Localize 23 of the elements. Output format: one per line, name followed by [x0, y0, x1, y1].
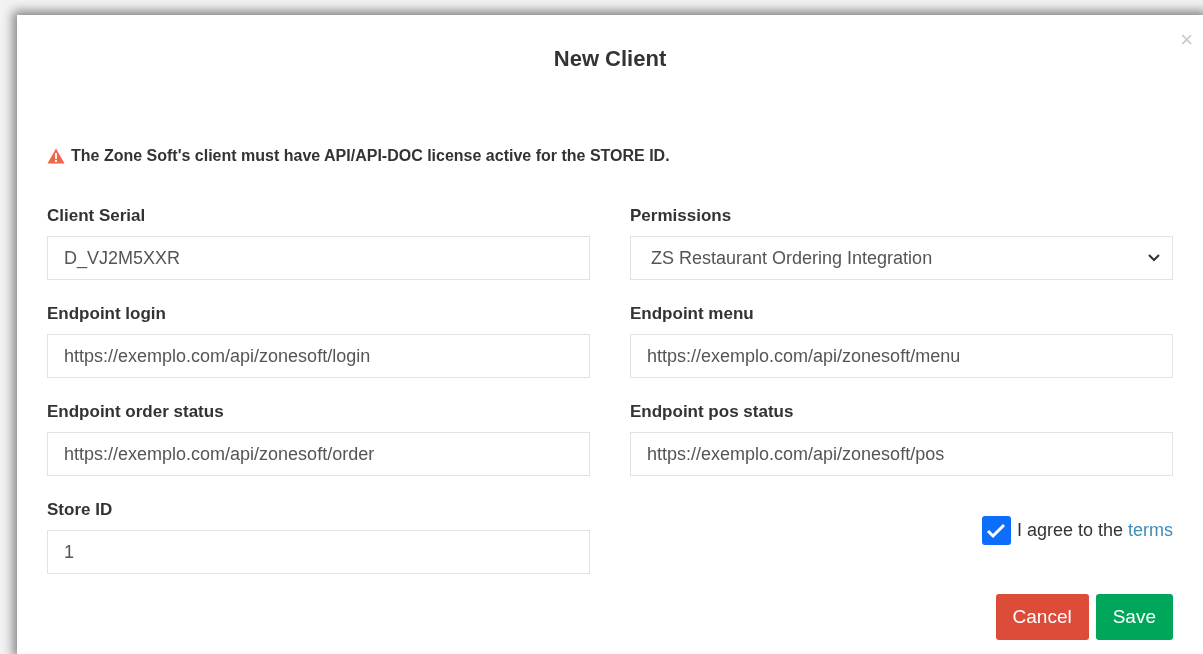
text-field[interactable]: https://exemplo.com/api/zonesoft/menu [630, 334, 1173, 378]
field-label: Endpoint order status [47, 402, 225, 422]
chevron-down-icon [1148, 254, 1160, 262]
cancel-button[interactable]: Cancel [995, 594, 1089, 640]
warning-icon [47, 148, 65, 164]
dialog-title: New Client [553, 45, 667, 73]
field-label: Endpoint login [47, 304, 167, 324]
agree-text: I agree to the terms [1016, 519, 1173, 542]
checkmark-icon [986, 522, 1007, 539]
warning-message: The Zone Soft's client must have API/API-DOC license active for the STORE ID. [71, 146, 670, 166]
field-label: Store ID [47, 500, 114, 520]
field-label: Endpoint pos status [630, 402, 795, 422]
field-label: Endpoint menu [630, 304, 755, 324]
field-label: Client Serial [47, 206, 147, 226]
terms-link[interactable]: terms [1128, 520, 1173, 540]
text-field[interactable]: 1 [47, 530, 590, 574]
agree-checkbox[interactable] [981, 516, 1011, 545]
text-field[interactable]: https://exemplo.com/api/zonesoft/pos [630, 432, 1173, 476]
permissions-select[interactable]: ZS Restaurant Ordering Integration [630, 236, 1173, 280]
text-field[interactable]: https://exemplo.com/api/zonesoft/order [47, 432, 590, 476]
field-label: Permissions [630, 206, 733, 226]
text-field[interactable]: https://exemplo.com/api/zonesoft/login [47, 334, 590, 378]
text-field[interactable]: D_VJ2M5XXR [47, 236, 590, 280]
